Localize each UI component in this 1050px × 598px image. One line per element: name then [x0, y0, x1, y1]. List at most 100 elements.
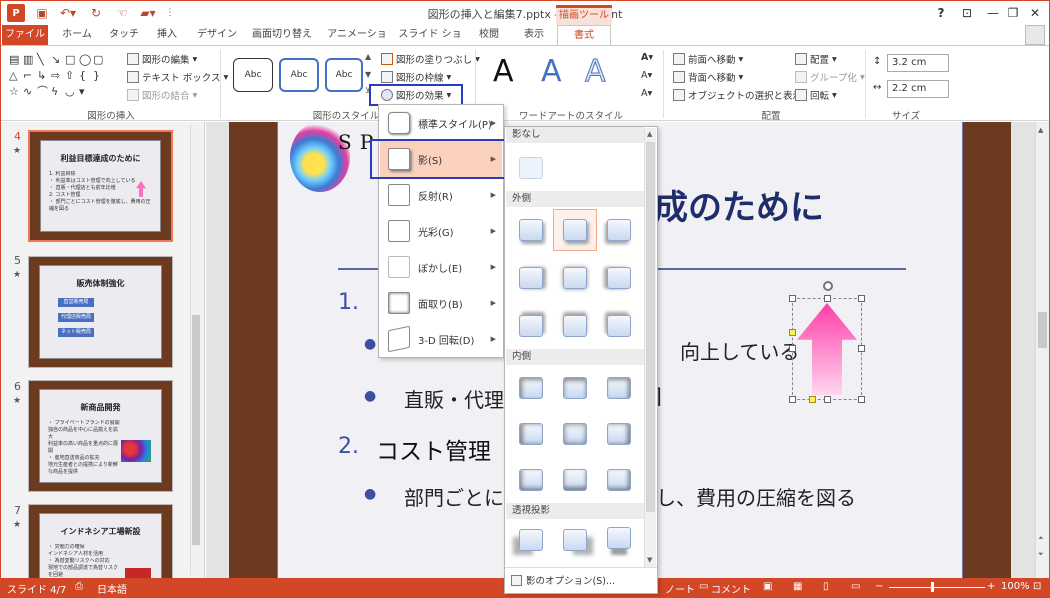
slide-vertical-scrollbar[interactable]: ▲ ⏶ ⏷ [1035, 122, 1049, 578]
shadow-option-inner[interactable] [597, 367, 641, 409]
shadow-option-outer[interactable] [509, 209, 553, 251]
menu-item-bevel[interactable]: 面取り(B) ▶ [380, 285, 502, 321]
next-slide-icon[interactable]: ⏷ [1038, 550, 1044, 559]
shadow-option-inner[interactable] [597, 413, 641, 455]
resize-handle[interactable] [858, 396, 865, 403]
tab-slideshow[interactable]: スライド ショー [397, 25, 463, 60]
shadow-option-inner[interactable] [553, 413, 597, 455]
wordart-style-outline[interactable]: A [585, 54, 607, 90]
restore-button[interactable]: ❐ [1001, 5, 1025, 21]
thumbnail-scrollbar[interactable] [190, 125, 200, 575]
reading-view-icon[interactable]: ▯ [823, 581, 829, 592]
resize-handle[interactable] [789, 396, 796, 403]
slide-sorter-icon[interactable]: ▦ [793, 581, 802, 592]
tab-review[interactable]: 校閲 [471, 25, 507, 45]
callout-shape-icon[interactable]: ◡ [65, 86, 75, 98]
merge-shapes-button[interactable]: 図形の結合 ▾ [127, 88, 197, 102]
menu-item-soft-edges[interactable]: ぼかし(E) ▶ [380, 249, 502, 285]
adjustment-handle[interactable] [789, 329, 796, 336]
zoom-slider[interactable] [889, 582, 985, 592]
scroll-up-icon[interactable]: ▲ [1038, 126, 1043, 134]
slide-thumbnail-6[interactable]: 新商品開発 ・ プライベートブランドの展開 独自の商品を中心に品揃えを拡大 利益… [28, 380, 173, 492]
zoom-out-icon[interactable]: − [875, 581, 883, 592]
tab-touch[interactable]: タッチ [105, 25, 143, 45]
scrollbar-thumb[interactable] [1038, 312, 1047, 348]
arrow-selection-frame[interactable] [789, 281, 865, 403]
menu-item-3d-rotation[interactable]: 3-D 回転(D) ▶ [380, 321, 502, 357]
edit-shape-button[interactable]: 図形の編集 ▾ [127, 52, 197, 66]
curly-brace-shape-icon[interactable]: { [79, 70, 86, 82]
more-shapes-icon[interactable]: ▾ [79, 86, 85, 98]
resize-handle[interactable] [824, 295, 831, 302]
text-box-button[interactable]: テキスト ボックス ▾ [127, 70, 228, 84]
shape-gallery[interactable]: ▤ ▥ ╲ ↘ □ ◯ ▢ △ ⌐ ↳ ⇨ ⇧ { } ☆ ∿ ⌒ ϟ ◡ ▾ [7, 52, 115, 102]
shape-style-gallery-up-icon[interactable]: ▲ [365, 52, 371, 61]
notes-button[interactable]: ノート [665, 581, 695, 596]
tab-format[interactable]: 書式 [557, 25, 611, 46]
shape-fill-button[interactable]: 図形の塗りつぶし ▾ [381, 52, 480, 66]
shadow-option-outer[interactable] [509, 305, 553, 347]
send-backward-button[interactable]: 背面へ移動 ▾ [673, 70, 743, 84]
zoom-level[interactable]: 100% [1001, 581, 1030, 592]
resize-handle[interactable] [789, 295, 796, 302]
close-brace-shape-icon[interactable]: } [93, 70, 100, 82]
text-effects-icon[interactable]: A▾ [641, 88, 652, 99]
triangle-shape-icon[interactable]: △ [9, 70, 17, 82]
rounded-rectangle-shape-icon[interactable]: ▢ [93, 54, 103, 66]
shape-outline-button[interactable]: 図形の枠線 ▾ [381, 70, 451, 84]
freeform-shape-icon[interactable]: ⌒ [37, 86, 48, 98]
zoom-in-icon[interactable]: + [987, 581, 995, 592]
selection-pane-button[interactable]: オブジェクトの選択と表示 [673, 88, 802, 102]
elbow-connector-shape-icon[interactable]: ⌐ [23, 70, 32, 82]
shadow-option-inner[interactable] [597, 459, 641, 501]
scribble-shape-icon[interactable]: ϟ [51, 86, 58, 98]
oval-shape-icon[interactable]: ◯ [79, 54, 91, 66]
menu-item-preset[interactable]: 標準スタイル(P) ▶ [380, 105, 502, 141]
shadow-option-outer[interactable] [597, 257, 641, 299]
tab-view[interactable]: 表示 [515, 25, 553, 45]
resize-handle[interactable] [824, 396, 831, 403]
shape-style-gallery-down-icon[interactable]: ▼ [365, 70, 371, 79]
up-arrow-shape[interactable] [797, 303, 857, 395]
wordart-style-blue[interactable]: A [541, 54, 562, 89]
slide-thumbnail-4[interactable]: 利益目標達成のために 1. 利益目標 ・ 利益率はコスト管理で向上している ・ … [28, 130, 173, 242]
user-avatar[interactable] [1025, 25, 1045, 45]
normal-view-icon[interactable]: ▣ [763, 581, 772, 592]
tab-home[interactable]: ホーム [57, 25, 97, 45]
shadow-option-outer[interactable] [597, 305, 641, 347]
shadow-option-inner[interactable] [509, 413, 553, 455]
width-input[interactable]: 2.2 cm [887, 80, 949, 98]
menu-item-glow[interactable]: 光彩(G) ▶ [380, 213, 502, 249]
shadow-option-inner[interactable] [509, 459, 553, 501]
resize-handle[interactable] [858, 345, 865, 352]
shadow-option-inner[interactable] [509, 367, 553, 409]
gallery-scrollbar[interactable]: ▲ ▼ [644, 128, 656, 568]
tab-animations[interactable]: アニメーション [323, 25, 391, 60]
adjustment-handle[interactable] [809, 396, 816, 403]
height-input[interactable]: 3.2 cm [887, 54, 949, 72]
tab-file[interactable]: ファイル [2, 25, 48, 45]
menu-item-reflection[interactable]: 反射(R) ▶ [380, 177, 502, 213]
arrow-connector-shape-icon[interactable]: ↳ [37, 70, 46, 82]
shadow-option-perspective[interactable] [509, 521, 553, 563]
shadow-options-link[interactable]: 影のオプション(S)... [511, 573, 615, 587]
language-indicator[interactable]: 日本語 [97, 581, 127, 596]
ribbon-display-options-button[interactable]: ⊡ [955, 5, 979, 21]
up-arrow-shape-icon[interactable]: ⇧ [65, 70, 74, 82]
shadow-option-outer[interactable] [553, 305, 597, 347]
align-button[interactable]: 配置 ▾ [795, 52, 837, 66]
text-outline-icon[interactable]: A▾ [641, 70, 652, 81]
shadow-option-perspective[interactable] [553, 521, 597, 563]
scroll-down-icon[interactable]: ▼ [647, 556, 652, 564]
shadow-option-outer[interactable] [553, 257, 597, 299]
shadow-option-outer[interactable] [553, 209, 597, 251]
thumbnail-scrollbar-thumb[interactable] [192, 315, 200, 545]
star-shape-icon[interactable]: ☆ [9, 86, 19, 98]
rectangle-shape-icon[interactable]: □ [65, 54, 75, 66]
group-button[interactable]: グループ化 ▾ [795, 70, 865, 84]
shape-style-sample-2[interactable]: Abc [279, 58, 319, 92]
fit-slide-icon[interactable]: ⊡ [1033, 581, 1041, 592]
right-arrow-shape-icon[interactable]: ⇨ [51, 70, 60, 82]
shadow-option-outer[interactable] [509, 257, 553, 299]
text-box-shape-icon[interactable]: ▤ [9, 54, 19, 66]
